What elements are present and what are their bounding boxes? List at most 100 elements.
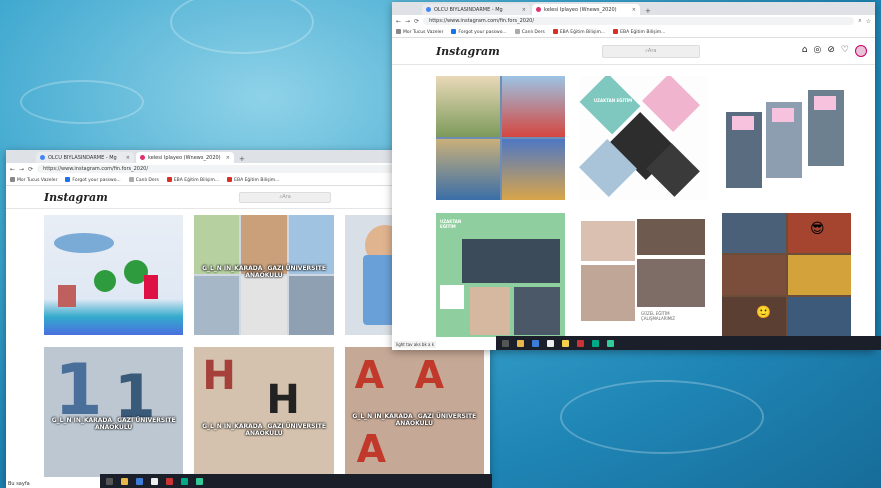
app-icon[interactable] [562, 339, 569, 347]
post-caption: G_L_N IN_KARADA_ GAZI ÜNIVERSITE ANAOKUL… [202, 265, 326, 279]
post-thumbnail[interactable] [436, 76, 565, 200]
folder-icon[interactable] [121, 477, 128, 485]
reload-icon[interactable]: ⟳ [414, 18, 419, 25]
bookmark[interactable]: EBA Eğitim Bilişim... [227, 177, 279, 183]
bookmark[interactable]: EBA Eğitim Bilişim... [552, 29, 605, 35]
forward-icon[interactable]: → [19, 166, 24, 173]
app-icon[interactable] [547, 339, 554, 347]
photo [514, 287, 560, 335]
post-thumbnail[interactable]: H H G_L_N IN_KARADA_ GAZI ÜNIVERSITE ANA… [194, 347, 334, 477]
close-icon[interactable]: × [226, 155, 230, 161]
post-caption: G_L_N IN_KARADA_ GAZI ÜNIVERSITE ANAOKUL… [51, 417, 176, 431]
post-thumbnail[interactable]: A A A G_L_N IN_KARADA_ GAZI ÜNIVERSITE A… [344, 347, 484, 477]
back-icon[interactable]: ← [396, 18, 401, 25]
bookmark-label: Canlı Ders [135, 178, 159, 183]
photo [462, 239, 560, 283]
bookmark[interactable]: Mor Tucus Vazeler [396, 29, 443, 35]
post-thumbnail[interactable]: UZAKTAN EĞİTİM [436, 213, 565, 337]
close-icon[interactable]: × [522, 7, 526, 13]
close-icon[interactable]: × [126, 155, 130, 161]
instagram-icon [140, 155, 145, 160]
bookmark[interactable]: EBA Eğitim Bilişim... [166, 177, 219, 183]
post-thumbnail[interactable]: 1 1 G_L_N IN_KARADA_ GAZI ÜNIVERSITE ANA… [44, 347, 184, 477]
tab-label: kelesi Iplayeo (Wnews_2020) [148, 154, 221, 161]
tab-label: OLCU BIYLASINDARME - Mg [48, 154, 117, 161]
bookmark[interactable]: Forgot your passwo... [65, 177, 121, 183]
letter-cutout: A [414, 353, 445, 397]
instagram-logo[interactable]: Instagram [436, 45, 500, 58]
app-icon[interactable] [592, 339, 599, 347]
app-icon[interactable] [577, 339, 584, 347]
page-icon [128, 177, 134, 182]
eba-icon [166, 177, 172, 182]
new-tab-icon[interactable]: + [642, 7, 654, 15]
avatar[interactable] [854, 45, 867, 57]
google-icon [40, 155, 45, 160]
cloud-drawing [54, 233, 114, 253]
home-icon[interactable]: ⌂ [802, 45, 808, 57]
app-icon[interactable] [181, 477, 188, 485]
chrome-icon[interactable] [196, 477, 203, 485]
front-browser-window: OLCU BIYLASINDARME - Mg × kelesi Iplayeo… [392, 2, 875, 350]
post-thumbnail[interactable]: 😎 🙂 [722, 213, 851, 337]
explore-icon[interactable]: ⊘ [827, 45, 835, 57]
post-grid: UZAKTAN EĞİTİM UZAKTAN EĞİTİM GÜZEL EĞİT… [436, 76, 851, 340]
store-icon[interactable] [532, 339, 539, 347]
forward-icon[interactable]: → [405, 18, 410, 25]
eba-icon [227, 177, 233, 182]
new-tab-icon[interactable]: + [236, 155, 248, 163]
tree-drawing [94, 270, 116, 292]
tab-inactive[interactable]: OLCU BIYLASINDARME - Mg × [422, 4, 530, 15]
app-icon[interactable] [166, 477, 173, 485]
star-icon[interactable]: ☆ [866, 18, 871, 25]
back-icon[interactable]: ← [10, 166, 15, 173]
nav-icons: ⌂ ◎ ⊘ ♡ [802, 45, 867, 57]
tab-bar: OLCU BIYLASINDARME - Mg × kelesi Iplayeo… [392, 2, 875, 15]
store-icon[interactable] [136, 477, 143, 485]
post-thumbnail[interactable] [722, 76, 851, 200]
photo [637, 219, 705, 255]
photo [637, 259, 705, 307]
search-placeholder: Ara [647, 48, 657, 54]
bookmark-label: Forgot your passwo... [458, 30, 507, 35]
post-thumbnail[interactable]: UZAKTAN EĞİTİM [579, 76, 708, 200]
post-thumbnail[interactable] [44, 215, 184, 335]
heart-icon[interactable]: ♡ [841, 45, 849, 57]
instagram-header: Instagram ⌕ Ara ⌂ ◎ ⊘ ♡ [392, 38, 875, 65]
reload-icon[interactable]: ⟳ [28, 166, 33, 173]
close-icon[interactable]: × [632, 7, 636, 13]
bookmark[interactable]: Canlı Ders [128, 177, 159, 183]
bookmark[interactable]: Mor Tucus Vazeler [10, 177, 57, 183]
tab-inactive[interactable]: OLCU BIYLASINDARME - Mg × [36, 152, 134, 163]
monitor-screen [732, 116, 754, 130]
zoom-icon[interactable]: ⌕ [858, 17, 861, 25]
collage [722, 213, 851, 337]
photo [581, 265, 635, 321]
search-input[interactable]: ⌕ Ara [239, 191, 332, 203]
emoji-sticker: 😎 [810, 221, 825, 237]
chrome-icon[interactable] [607, 339, 614, 347]
bookmark-label: Canlı Ders [521, 30, 545, 35]
url-input[interactable]: https://www.instagram.com/fin.fors_2020/ [423, 17, 855, 25]
collage [436, 76, 565, 200]
search-icon[interactable] [106, 477, 113, 485]
search-icon[interactable] [502, 339, 509, 347]
google-icon [426, 7, 431, 12]
letter-cutout: H [266, 377, 300, 423]
monitor-screen [814, 96, 836, 110]
address-bar: ← → ⟳ https://www.instagram.com/fin.fors… [392, 15, 875, 27]
post-thumbnail[interactable]: GÜZEL EĞİTİM ÇALIŞMALARIMIZ [579, 213, 708, 337]
messenger-icon[interactable]: ◎ [814, 45, 822, 57]
search-input[interactable]: ⌕ Ara [601, 44, 700, 58]
post-thumbnail[interactable]: G_L_N IN_KARADA_ GAZI ÜNIVERSITE ANAOKUL… [194, 215, 334, 335]
bookmark[interactable]: Forgot your passwo... [451, 29, 507, 35]
bookmark[interactable]: EBA Eğitim Bilişim... [613, 29, 665, 35]
tab-active[interactable]: kelesi Iplayeo (Wnews_2020) × [136, 152, 234, 163]
bookmark-label: Forgot your passwo... [72, 178, 121, 183]
bookmark[interactable]: Canlı Ders [514, 29, 545, 35]
folder-icon[interactable] [517, 339, 524, 347]
app-icon[interactable] [151, 477, 158, 485]
tab-active[interactable]: kelesi Iplayeo (Wnews_2020) × [532, 4, 640, 15]
instagram-logo[interactable]: Instagram [44, 191, 108, 204]
tile-text: UZAKTAN EĞİTİM [440, 219, 462, 229]
